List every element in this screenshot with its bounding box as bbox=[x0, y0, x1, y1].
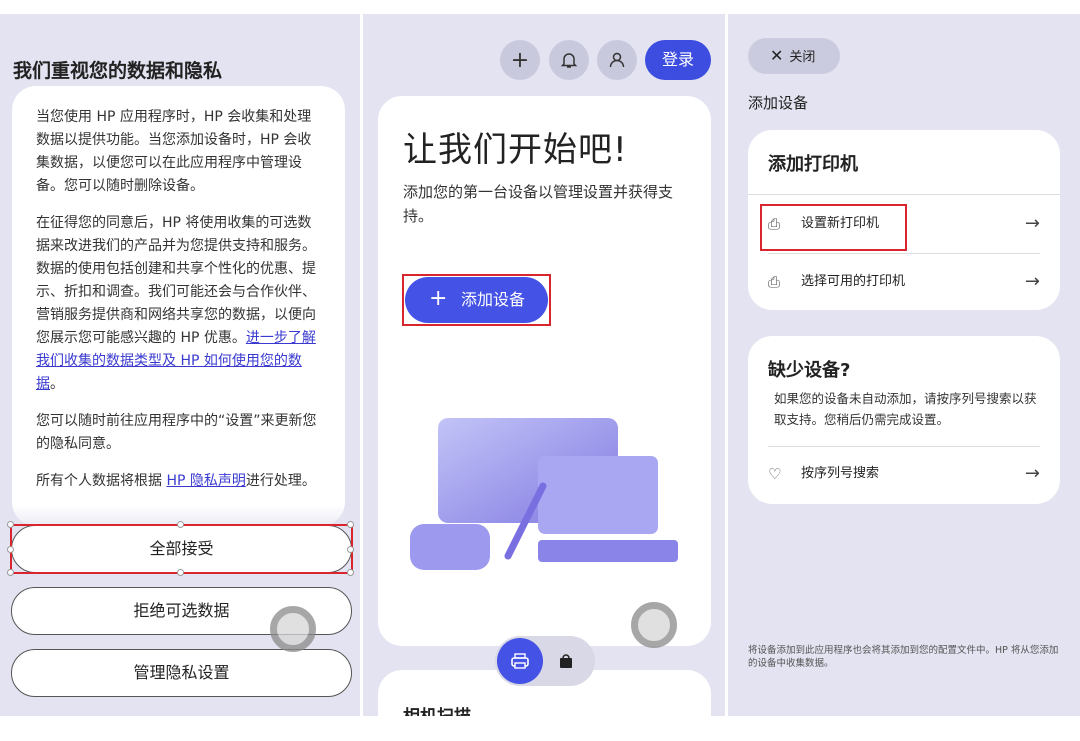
welcome-heading: 让我们开始吧! bbox=[403, 130, 628, 170]
privacy-paragraph-2: 在征得您的同意后，HP 将使用收集的可选数据来改进我们的产品并为您提供支持和服务… bbox=[36, 212, 321, 396]
arrow-right-icon: → bbox=[1024, 271, 1040, 292]
printer-icon: ⎙ bbox=[768, 215, 781, 233]
plus-icon: + bbox=[429, 286, 448, 311]
touch-indicator bbox=[270, 606, 316, 652]
devices-illustration bbox=[410, 418, 678, 570]
row-label: 设置新打印机 bbox=[801, 216, 880, 231]
privacy-screen: 我们重视您的数据和隐私 当您使用 HP 应用程序时，HP 会收集和处理数据以提供… bbox=[0, 14, 360, 716]
selection-handle bbox=[7, 569, 14, 576]
printer-search-icon: ⎙ bbox=[768, 273, 781, 291]
selection-handle bbox=[7, 521, 14, 528]
printer-glyph bbox=[511, 653, 529, 669]
camera-scan-label: 相机扫描 bbox=[403, 702, 471, 716]
add-device-screen: ✕ 关闭 添加设备 添加打印机 ⎙ 设置新打印机 → ⎙ 选择可用的打印机 → 缺… bbox=[728, 14, 1080, 716]
add-printer-card: 添加打印机 ⎙ 设置新打印机 → ⎙ 选择可用的打印机 → bbox=[748, 130, 1060, 310]
privacy-paragraph-4: 所有个人数据将根据 HP 隐私声明进行处理。 bbox=[36, 470, 321, 493]
welcome-screen: + 登录 让我们开始吧! 添加您的第一台设备以管理设置并获得支持。 + 添加设备… bbox=[363, 14, 725, 716]
missing-device-card: 缺少设备? 如果您的设备未自动添加，请按序列号搜索以获取支持。您稍后仍需完成设置… bbox=[748, 336, 1060, 504]
privacy-paragraph-1: 当您使用 HP 应用程序时，HP 会收集和处理数据以提供功能。当您添加设备时，H… bbox=[36, 109, 312, 194]
privacy-statement-link[interactable]: HP 隐私声明 bbox=[166, 473, 245, 489]
paragraph-text: 进行处理。 bbox=[245, 473, 316, 489]
close-button[interactable]: ✕ 关闭 bbox=[748, 38, 840, 74]
row-label: 选择可用的打印机 bbox=[801, 274, 906, 289]
selection-handle bbox=[347, 521, 354, 528]
setup-new-printer-row[interactable]: ⎙ 设置新打印机 → bbox=[768, 204, 1040, 244]
close-label: 关闭 bbox=[789, 50, 816, 65]
paragraph-text: 所有个人数据将根据 bbox=[36, 473, 167, 489]
add-device-label: 添加设备 bbox=[461, 290, 526, 309]
manage-privacy-button[interactable]: 管理隐私设置 bbox=[11, 649, 352, 697]
touch-indicator bbox=[631, 602, 677, 648]
selection-handle bbox=[177, 521, 184, 528]
bag-glyph bbox=[560, 654, 572, 668]
page-title: 我们重视您的数据和隐私 bbox=[13, 60, 223, 82]
plus-icon[interactable]: + bbox=[500, 40, 540, 80]
footer-note: 将设备添加到此应用程序也会将其添加到您的配置文件中。HP 将从您添加的设备中收集… bbox=[748, 645, 1059, 669]
user-icon[interactable] bbox=[597, 40, 637, 80]
shopping-bag-icon[interactable] bbox=[549, 644, 583, 678]
choose-printer-row[interactable]: ⎙ 选择可用的打印机 → bbox=[768, 262, 1040, 302]
add-device-button[interactable]: + 添加设备 bbox=[405, 277, 548, 323]
card-title: 添加打印机 bbox=[768, 154, 858, 175]
card-text: 如果您的设备未自动添加，请按序列号搜索以获取支持。您稍后仍需完成设置。 bbox=[774, 391, 1037, 427]
arrow-right-icon: → bbox=[1024, 213, 1040, 234]
arrow-right-icon: → bbox=[1024, 463, 1040, 484]
divider bbox=[768, 446, 1040, 447]
selection-handle bbox=[177, 569, 184, 576]
paragraph-text: 。 bbox=[50, 376, 64, 392]
welcome-subtitle: 添加您的第一台设备以管理设置并获得支持。 bbox=[403, 183, 674, 225]
privacy-paragraph-3: 您可以随时前往应用程序中的“设置”来更新您的隐私同意。 bbox=[36, 413, 317, 452]
accept-all-button[interactable]: 全部接受 bbox=[11, 525, 352, 573]
page-title: 添加设备 bbox=[748, 94, 809, 112]
row-label: 按序列号搜索 bbox=[801, 466, 880, 481]
user-glyph bbox=[609, 52, 625, 68]
login-button[interactable]: 登录 bbox=[645, 40, 711, 80]
paragraph-text: 在征得您的同意后，HP 将使用收集的可选数据来改进我们的产品并为您提供支持和服务… bbox=[36, 215, 316, 346]
selection-handle bbox=[7, 546, 14, 553]
divider bbox=[768, 253, 1040, 254]
get-started-card: 让我们开始吧! 添加您的第一台设备以管理设置并获得支持。 + 添加设备 bbox=[378, 96, 711, 646]
selection-handle bbox=[347, 546, 354, 553]
divider bbox=[748, 194, 1060, 195]
heart-hand-icon: ♡ bbox=[768, 465, 782, 483]
bell-glyph bbox=[560, 53, 578, 68]
selection-handle bbox=[347, 569, 354, 576]
printer-icon[interactable] bbox=[497, 638, 543, 684]
privacy-text-card[interactable]: 当您使用 HP 应用程序时，HP 会收集和处理数据以提供功能。当您添加设备时，H… bbox=[12, 86, 345, 526]
serial-search-row[interactable]: ♡ 按序列号搜索 → bbox=[768, 454, 1040, 494]
bell-icon[interactable] bbox=[549, 40, 589, 80]
close-icon: ✕ bbox=[770, 46, 784, 65]
card-title: 缺少设备? bbox=[768, 360, 851, 381]
